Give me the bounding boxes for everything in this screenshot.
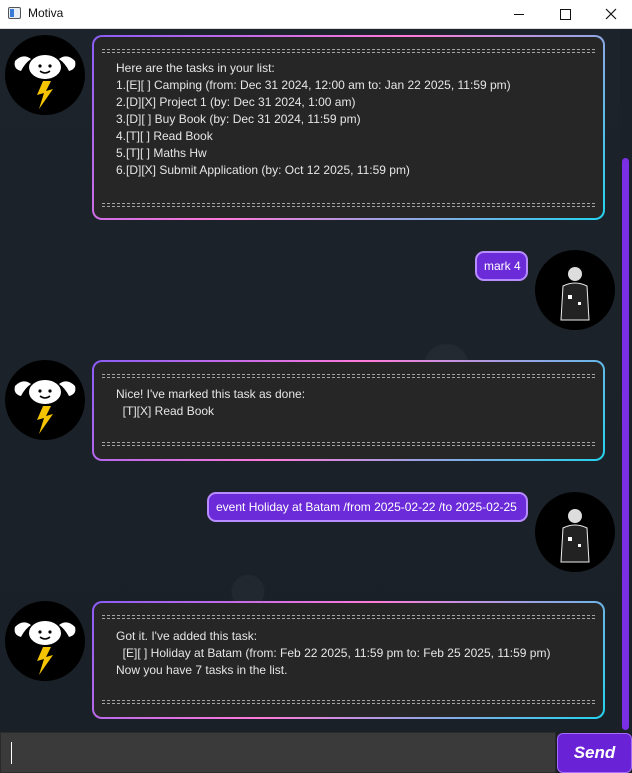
close-button[interactable] xyxy=(588,0,632,28)
bot-message: Nice! I've marked this task as done: [T]… xyxy=(92,360,605,461)
message-line: Now you have 7 tasks in the list. xyxy=(116,663,288,677)
separator-line xyxy=(102,700,595,704)
message-line: 3.[D][ ] Buy Book (by: Dec 31 2024, 11:5… xyxy=(116,112,361,126)
bot-message: Got it. I've added this task: [E][ ] Hol… xyxy=(92,601,605,719)
separator-line xyxy=(102,374,595,378)
scrollbar-thumb[interactable] xyxy=(622,158,629,730)
separator-line xyxy=(102,203,595,207)
user-message: mark 4 xyxy=(475,251,528,281)
separator-line xyxy=(102,442,595,446)
message-line: Here are the tasks in your list: xyxy=(116,61,275,75)
minimize-icon xyxy=(514,13,524,15)
maximize-button[interactable] xyxy=(542,0,588,28)
send-button[interactable]: Send xyxy=(557,733,632,773)
chat-scroll-pane[interactable]: Here are the tasks in your list: 1.[E][ … xyxy=(0,29,620,732)
bot-avatar xyxy=(5,35,85,115)
minimize-button[interactable] xyxy=(496,0,542,28)
message-line: [E][ ] Holiday at Batam (from: Feb 22 20… xyxy=(116,646,551,660)
message-line: 5.[T][ ] Maths Hw xyxy=(116,146,207,160)
message-line: Got it. I've added this task: xyxy=(116,629,258,643)
user-avatar xyxy=(535,250,615,330)
maximize-icon xyxy=(559,8,571,20)
app-icon xyxy=(8,7,21,19)
separator-line xyxy=(102,615,595,619)
message-input[interactable] xyxy=(0,732,556,773)
bot-avatar xyxy=(5,601,85,681)
text-caret xyxy=(11,742,12,764)
message-line: 2.[D][X] Project 1 (by: Dec 31 2024, 1:0… xyxy=(116,95,356,109)
title-bar: Motiva xyxy=(0,0,632,29)
message-line: 4.[T][ ] Read Book xyxy=(116,129,213,143)
message-line: 6.[D][X] Submit Application (by: Oct 12 … xyxy=(116,163,410,177)
window-title: Motiva xyxy=(28,6,64,20)
message-line: [T][X] Read Book xyxy=(116,404,215,418)
user-message: event Holiday at Batam /from 2025-02-22 … xyxy=(207,492,528,522)
message-line: 1.[E][ ] Camping (from: Dec 31 2024, 12:… xyxy=(116,78,511,92)
close-icon xyxy=(605,8,617,20)
user-avatar xyxy=(535,492,615,572)
bot-message: Here are the tasks in your list: 1.[E][ … xyxy=(92,35,605,220)
bot-avatar xyxy=(5,360,85,440)
message-line: Nice! I've marked this task as done: xyxy=(116,387,306,401)
separator-line xyxy=(102,49,595,53)
